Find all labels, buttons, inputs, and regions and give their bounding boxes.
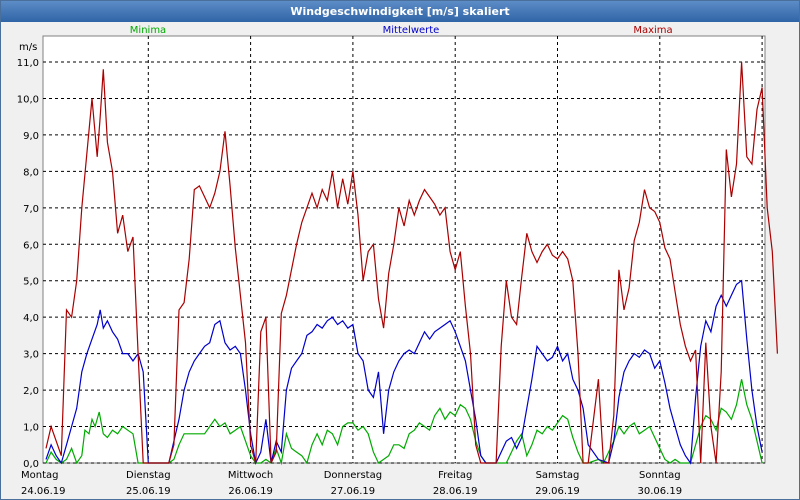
y-tick-label: 4,0 (23, 313, 39, 324)
plot-area (42, 35, 766, 464)
y-tick-label: 2,0 (23, 386, 39, 397)
y-tick-label: 5,0 (23, 277, 39, 288)
y-tick-label: 8,0 (23, 167, 39, 178)
y-axis-label: m/s (19, 42, 37, 53)
y-tick-label: 10,0 (17, 94, 39, 105)
y-tick-label: 9,0 (23, 131, 39, 142)
x-label-day: Samstag (536, 470, 580, 481)
y-tick-label: 11,0 (17, 58, 39, 69)
x-label-day: Sonntag (639, 470, 681, 481)
chart-canvas: 0,0 1,0 2,0 3,0 4,0 5,0 6,0 7,0 8,0 9,0 10,0 11,0 m… (1, 22, 799, 498)
x-label-day: Mittwoch (228, 470, 273, 481)
x-label-date: 25.06.19 (126, 486, 171, 497)
x-label-date: 24.06.19 (21, 486, 66, 497)
x-label-day: Dienstag (126, 470, 171, 481)
x-label-date: 30.06.19 (638, 486, 683, 497)
y-tick-label: 7,0 (23, 204, 39, 215)
y-tick-label: 3,0 (23, 350, 39, 361)
x-label-date: 29.06.19 (535, 486, 580, 497)
y-tick-label: 1,0 (23, 423, 39, 434)
legend-entry: Mittelwerte (383, 25, 440, 36)
x-label-date: 27.06.19 (331, 486, 376, 497)
y-tick-label: 6,0 (23, 240, 39, 251)
chart-window: Windgeschwindigkeit [m/s] skaliert 0,0 1,… (0, 0, 800, 500)
x-label-day: Donnerstag (324, 470, 382, 481)
legend-entry: Maxima (633, 25, 672, 36)
legend-entry: Minima (130, 25, 166, 36)
window-title: Windgeschwindigkeit [m/s] skaliert (1, 1, 799, 22)
y-tick-label: 0,0 (23, 459, 39, 470)
x-label-day: Freitag (438, 470, 472, 481)
x-label-day: Montag (21, 470, 58, 481)
x-label-date: 28.06.19 (433, 486, 478, 497)
x-label-date: 26.06.19 (228, 486, 273, 497)
